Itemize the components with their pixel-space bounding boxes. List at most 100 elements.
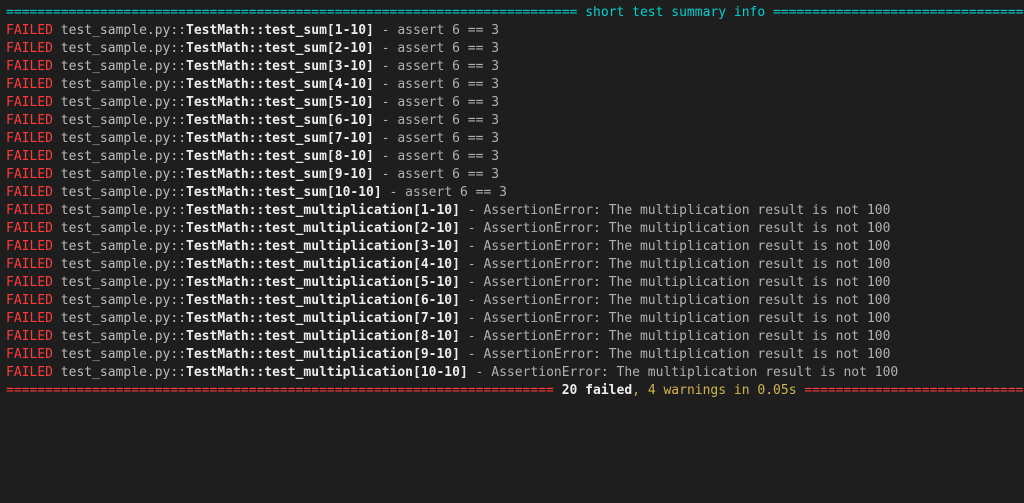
test-reason: - assert 6 == 3 bbox=[374, 41, 499, 56]
test-reason: - AssertionError: The multiplication res… bbox=[460, 311, 890, 326]
test-reason: - assert 6 == 3 bbox=[374, 59, 499, 74]
failed-label: FAILED bbox=[6, 203, 53, 218]
test-id: TestMath::test_sum[3-10] bbox=[186, 59, 374, 74]
test-reason: - assert 6 == 3 bbox=[374, 149, 499, 164]
test-id: TestMath::test_multiplication[6-10] bbox=[186, 293, 460, 308]
failed-test-line: FAILED test_sample.py::TestMath::test_su… bbox=[6, 148, 1018, 166]
test-file: test_sample.py:: bbox=[61, 311, 186, 326]
test-id: TestMath::test_multiplication[7-10] bbox=[186, 311, 460, 326]
summary-footer-rule: ========================================… bbox=[6, 382, 1018, 400]
test-file: test_sample.py:: bbox=[61, 131, 186, 146]
test-file: test_sample.py:: bbox=[61, 329, 186, 344]
failed-test-line: FAILED test_sample.py::TestMath::test_mu… bbox=[6, 202, 1018, 220]
test-file: test_sample.py:: bbox=[61, 95, 186, 110]
test-id: TestMath::test_sum[2-10] bbox=[186, 41, 374, 56]
test-id: TestMath::test_sum[6-10] bbox=[186, 113, 374, 128]
failed-label: FAILED bbox=[6, 239, 53, 254]
failed-test-line: FAILED test_sample.py::TestMath::test_mu… bbox=[6, 346, 1018, 364]
test-id: TestMath::test_sum[8-10] bbox=[186, 149, 374, 164]
test-reason: - assert 6 == 3 bbox=[374, 95, 499, 110]
failed-test-line: FAILED test_sample.py::TestMath::test_su… bbox=[6, 130, 1018, 148]
failed-test-line: FAILED test_sample.py::TestMath::test_su… bbox=[6, 94, 1018, 112]
test-reason: - assert 6 == 3 bbox=[382, 185, 507, 200]
failed-test-line: FAILED test_sample.py::TestMath::test_su… bbox=[6, 22, 1018, 40]
failed-test-line: FAILED test_sample.py::TestMath::test_mu… bbox=[6, 238, 1018, 256]
failed-label: FAILED bbox=[6, 41, 53, 56]
failed-test-line: FAILED test_sample.py::TestMath::test_su… bbox=[6, 76, 1018, 94]
test-file: test_sample.py:: bbox=[61, 347, 186, 362]
failed-label: FAILED bbox=[6, 365, 53, 380]
test-reason: - AssertionError: The multiplication res… bbox=[460, 239, 890, 254]
test-file: test_sample.py:: bbox=[61, 221, 186, 236]
header-right-rule: ======================================== bbox=[773, 5, 1024, 20]
failed-test-line: FAILED test_sample.py::TestMath::test_su… bbox=[6, 184, 1018, 202]
test-id: TestMath::test_multiplication[1-10] bbox=[186, 203, 460, 218]
footer-left-rule: ========================================… bbox=[6, 383, 554, 398]
test-id: TestMath::test_multiplication[2-10] bbox=[186, 221, 460, 236]
failed-test-line: FAILED test_sample.py::TestMath::test_su… bbox=[6, 40, 1018, 58]
test-reason: - AssertionError: The multiplication res… bbox=[460, 329, 890, 344]
failed-label: FAILED bbox=[6, 257, 53, 272]
failed-label: FAILED bbox=[6, 113, 53, 128]
test-id: TestMath::test_multiplication[9-10] bbox=[186, 347, 460, 362]
test-file: test_sample.py:: bbox=[61, 275, 186, 290]
test-reason: - assert 6 == 3 bbox=[374, 23, 499, 38]
test-file: test_sample.py:: bbox=[61, 293, 186, 308]
test-reason: - AssertionError: The multiplication res… bbox=[460, 221, 890, 236]
test-file: test_sample.py:: bbox=[61, 167, 186, 182]
failed-test-line: FAILED test_sample.py::TestMath::test_mu… bbox=[6, 274, 1018, 292]
header-title: short test summary info bbox=[585, 5, 765, 20]
failed-test-line: FAILED test_sample.py::TestMath::test_su… bbox=[6, 166, 1018, 184]
failed-test-line: FAILED test_sample.py::TestMath::test_mu… bbox=[6, 328, 1018, 346]
failed-test-line: FAILED test_sample.py::TestMath::test_mu… bbox=[6, 292, 1018, 310]
test-file: test_sample.py:: bbox=[61, 23, 186, 38]
test-id: TestMath::test_sum[4-10] bbox=[186, 77, 374, 92]
test-reason: - AssertionError: The multiplication res… bbox=[468, 365, 898, 380]
terminal-output: ========================================… bbox=[0, 0, 1024, 404]
failed-label: FAILED bbox=[6, 329, 53, 344]
test-id: TestMath::test_sum[9-10] bbox=[186, 167, 374, 182]
test-reason: - AssertionError: The multiplication res… bbox=[460, 275, 890, 290]
failed-test-line: FAILED test_sample.py::TestMath::test_mu… bbox=[6, 220, 1018, 238]
failed-label: FAILED bbox=[6, 347, 53, 362]
test-id: TestMath::test_multiplication[8-10] bbox=[186, 329, 460, 344]
footer-failed-count: 20 failed bbox=[554, 383, 632, 398]
test-file: test_sample.py:: bbox=[61, 113, 186, 128]
failed-label: FAILED bbox=[6, 131, 53, 146]
failed-label: FAILED bbox=[6, 293, 53, 308]
test-file: test_sample.py:: bbox=[61, 203, 186, 218]
failed-label: FAILED bbox=[6, 275, 53, 290]
header-left-rule: ========================================… bbox=[6, 5, 577, 20]
failed-label: FAILED bbox=[6, 95, 53, 110]
failed-label: FAILED bbox=[6, 311, 53, 326]
test-file: test_sample.py:: bbox=[61, 77, 186, 92]
failed-test-line: FAILED test_sample.py::TestMath::test_su… bbox=[6, 58, 1018, 76]
test-file: test_sample.py:: bbox=[61, 239, 186, 254]
test-id: TestMath::test_sum[1-10] bbox=[186, 23, 374, 38]
failed-test-line: FAILED test_sample.py::TestMath::test_mu… bbox=[6, 364, 1018, 382]
test-reason: - assert 6 == 3 bbox=[374, 77, 499, 92]
test-file: test_sample.py:: bbox=[61, 149, 186, 164]
test-id: TestMath::test_multiplication[4-10] bbox=[186, 257, 460, 272]
test-reason: - assert 6 == 3 bbox=[374, 113, 499, 128]
failed-label: FAILED bbox=[6, 149, 53, 164]
test-id: TestMath::test_sum[7-10] bbox=[186, 131, 374, 146]
test-reason: - AssertionError: The multiplication res… bbox=[460, 257, 890, 272]
test-file: test_sample.py:: bbox=[61, 41, 186, 56]
test-id: TestMath::test_multiplication[10-10] bbox=[186, 365, 468, 380]
test-id: TestMath::test_multiplication[5-10] bbox=[186, 275, 460, 290]
test-reason: - assert 6 == 3 bbox=[374, 167, 499, 182]
failed-test-line: FAILED test_sample.py::TestMath::test_mu… bbox=[6, 256, 1018, 274]
test-id: TestMath::test_sum[10-10] bbox=[186, 185, 382, 200]
test-file: test_sample.py:: bbox=[61, 59, 186, 74]
failed-label: FAILED bbox=[6, 185, 53, 200]
failed-label: FAILED bbox=[6, 221, 53, 236]
test-reason: - assert 6 == 3 bbox=[374, 131, 499, 146]
footer-right-rule: ========================================… bbox=[797, 383, 1024, 398]
failed-test-line: FAILED test_sample.py::TestMath::test_su… bbox=[6, 112, 1018, 130]
test-reason: - AssertionError: The multiplication res… bbox=[460, 347, 890, 362]
test-id: TestMath::test_sum[5-10] bbox=[186, 95, 374, 110]
failed-label: FAILED bbox=[6, 23, 53, 38]
test-file: test_sample.py:: bbox=[61, 185, 186, 200]
test-file: test_sample.py:: bbox=[61, 365, 186, 380]
